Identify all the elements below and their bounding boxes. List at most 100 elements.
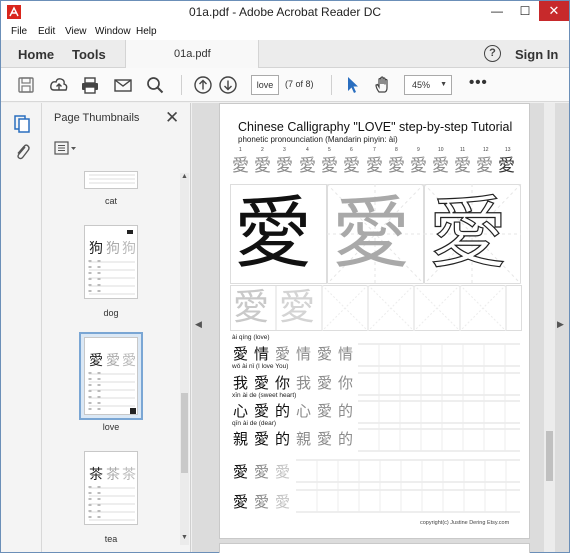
thumbnails-scrollbar[interactable]: ▲ ▼ [180,173,189,545]
minimize-button[interactable]: — [483,1,511,21]
copyright-text: copyright(c) Justine Dering Etsy.com [420,520,510,526]
pdf-page: Chinese Calligraphy "LOVE" step-by-step … [219,103,530,539]
trace-character: 愛 [279,287,316,328]
stroke-number: 10 [438,147,444,153]
sign-in-button[interactable]: Sign In [515,47,558,62]
expand-right-panel-icon[interactable]: ▶ [557,319,564,330]
close-icon[interactable]: ✕ [165,108,179,128]
trace-character: 愛 [233,287,270,328]
tab-tools[interactable]: Tools [72,47,106,62]
zoom-select[interactable]: 45% ▼ [404,75,452,95]
panel-title: Page Thumbnails [54,112,140,124]
large-character-row: 愛 愛 愛 [230,184,522,284]
stroke-number: 7 [373,147,376,153]
practice-grid-lines [296,343,520,513]
menu-edit[interactable]: Edit [38,26,55,37]
pdf-next-page [219,543,530,553]
collapse-left-panel-icon[interactable]: ◀ [195,319,202,330]
pinyin-line: ài qíng (love) [232,334,270,341]
menu-window[interactable]: Window [95,26,131,37]
tab-document[interactable]: 01a.pdf [125,40,259,68]
stroke-number: 5 [328,147,331,153]
stroke-number: 2 [261,147,264,153]
thumbnail-label: dog [103,308,119,318]
zoom-value: 45% [412,80,431,90]
thumbnail-label: love [102,422,120,432]
thumbnail-label: tea [104,534,118,544]
chevron-down-icon: ▼ [440,81,447,88]
page-count: (7 of 8) [285,79,314,89]
page-subtitle: phonetic pronounciation (Mandarin pinyin… [238,135,398,144]
stroke-step-character: 愛 [454,156,471,176]
tracing-row: 愛 愛 [230,285,522,331]
tab-bar: Home Tools 01a.pdf ? Sign In [1,40,569,68]
menu-view[interactable]: View [65,26,87,37]
stroke-step-character: 愛 [343,156,360,176]
stroke-number: 6 [350,147,353,153]
stroke-step-character: 愛 [410,156,427,176]
upload-icon[interactable] [49,75,69,95]
scrollbar-thumb[interactable] [181,393,188,473]
thumbnail-tea[interactable]: 茶 茶 茶 [84,451,138,525]
tab-home[interactable]: Home [18,47,54,62]
search-icon[interactable] [145,75,165,95]
next-page-icon[interactable] [218,75,238,95]
thumbnail-page-preview [88,230,135,296]
scrollbar-thumb[interactable] [546,431,553,481]
stroke-number: 12 [483,147,489,153]
left-navigation-rail [1,103,42,552]
main-character-black: 愛 [234,189,313,279]
hand-tool-icon[interactable] [373,75,393,95]
main-character-outline: 愛 [428,188,508,279]
document-scrollbar[interactable] [544,103,555,552]
previous-page-icon[interactable] [193,75,213,95]
tab-document-label: 01a.pdf [174,48,211,60]
scroll-down-icon[interactable]: ▼ [180,534,189,541]
page-thumbnails-icon[interactable] [13,114,31,134]
thumbnail-options-icon[interactable] [54,141,78,155]
thumbnail-love[interactable]: 愛 愛 愛 [84,337,138,415]
more-options-icon[interactable]: ••• [469,74,488,91]
maximize-button[interactable]: ☐ [511,1,539,21]
stroke-number: 3 [283,147,286,153]
main-character-gray: 愛 [332,189,411,279]
thumbnail-label: cat [104,196,117,206]
stroke-number: 9 [417,147,420,153]
page-number-input[interactable]: love [251,75,279,95]
stroke-step-character: 愛 [432,156,449,176]
stroke-order-row: 愛 愛 愛 愛 愛 愛 愛 愛 愛 愛 愛 愛 愛 [230,154,522,180]
stroke-number: 8 [395,147,398,153]
menu-help[interactable]: Help [136,26,157,37]
stroke-step-character: 愛 [366,156,383,176]
page-title: Chinese Calligraphy "LOVE" step-by-step … [238,120,513,134]
select-cursor-icon[interactable] [342,75,362,95]
app-window: 01a.pdf - Adobe Acrobat Reader DC — ☐ ✕ … [0,0,570,553]
help-icon[interactable]: ? [484,45,501,62]
thumbnail-cat[interactable] [84,171,138,189]
stroke-step-character: 愛 [276,156,293,176]
print-icon[interactable] [80,75,100,95]
menu-file[interactable]: File [11,26,27,37]
thumbnail-page-preview [88,372,136,414]
stroke-number: 1 [239,147,242,153]
menu-bar: File Edit View Window Help [1,23,569,40]
stroke-step-character: 愛 [254,156,271,176]
thumbnail-dog[interactable]: 狗 狗 狗 [84,225,138,299]
stroke-number: 11 [460,147,466,153]
save-icon[interactable] [16,75,36,95]
stroke-step-character: 愛 [476,156,493,176]
thumbnail-page-preview [89,174,135,184]
tracing-grid [230,285,522,331]
attachments-icon[interactable] [13,141,31,161]
toolbar-separator [181,75,182,95]
stroke-step-character: 愛 [388,156,405,176]
close-window-button[interactable]: ✕ [539,1,569,21]
stroke-step-character: 愛 [299,156,316,176]
stroke-number: 13 [505,147,511,153]
stroke-step-character: 愛 [498,156,515,176]
email-icon[interactable] [113,75,133,95]
title-bar[interactable]: 01a.pdf - Adobe Acrobat Reader DC — ☐ ✕ [1,1,569,23]
thumbnail-page-preview [88,486,135,522]
toolbar-separator [331,75,332,95]
scroll-up-icon[interactable]: ▲ [180,173,189,180]
